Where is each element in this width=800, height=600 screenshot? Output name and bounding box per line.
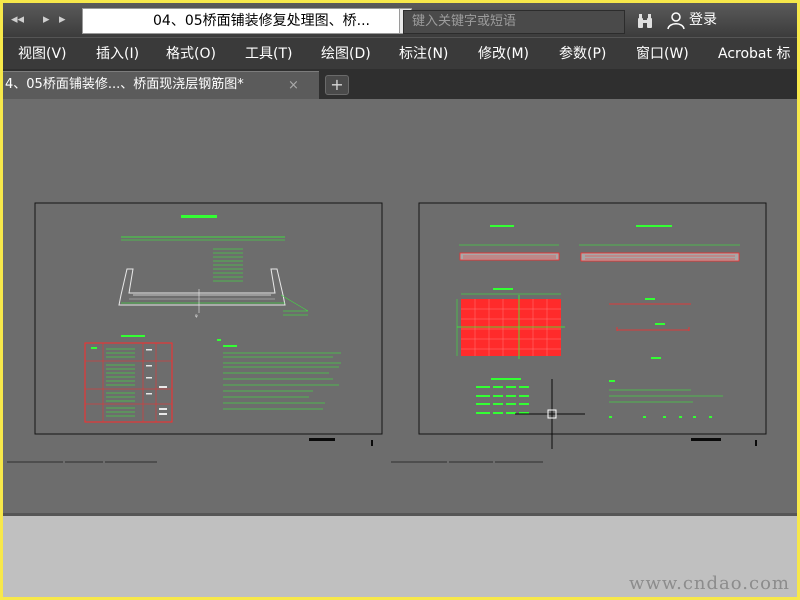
menu-insert[interactable]: 插入(I)	[96, 44, 139, 64]
menu-tools[interactable]: 工具(T)	[245, 44, 292, 64]
menu-modify[interactable]: 修改(M)	[478, 44, 529, 64]
tab-label: 4、05桥面铺装修...、桥面现浇层钢筋图*	[5, 77, 244, 92]
binoculars-icon[interactable]	[637, 13, 653, 29]
menu-acrobat[interactable]: Acrobat 标	[718, 44, 790, 64]
drawing-content: φ	[7, 202, 767, 463]
window-title: 04、05桥面铺装修复处理图、桥...	[82, 8, 400, 34]
svg-text:φ: φ	[195, 313, 198, 318]
right-sheet	[391, 202, 767, 463]
menu-parameter[interactable]: 参数(P)	[559, 44, 606, 64]
tab-drawing[interactable]: 4、05桥面铺装修...、桥面现浇层钢筋图* ×	[3, 71, 319, 99]
close-icon[interactable]: ×	[288, 79, 299, 93]
dropdown-icon[interactable]: ▸	[59, 11, 66, 29]
new-tab-button[interactable]: +	[325, 75, 349, 95]
drawing-canvas[interactable]: φ	[3, 99, 797, 513]
login-button[interactable]: 登录	[689, 11, 717, 29]
menu-dimension[interactable]: 标注(N)	[399, 44, 448, 64]
document-tab-bar: 4、05桥面铺装修...、桥面现浇层钢筋图* × +	[3, 69, 797, 99]
user-icon[interactable]	[667, 12, 685, 30]
watermark: www.cndao.com	[629, 573, 790, 594]
redo-icon[interactable]: ▸	[43, 11, 50, 29]
left-sheet: φ	[7, 202, 383, 463]
menu-window[interactable]: 窗口(W)	[636, 44, 689, 64]
app-window: ◂◂ ▸ ▸ 04、05桥面铺装修复处理图、桥... 键入关键字或短语 登录 视…	[3, 3, 797, 597]
menu-view[interactable]: 视图(V)	[18, 44, 67, 64]
menu-bar: 视图(V) 插入(I) 格式(O) 工具(T) 绘图(D) 标注(N) 修改(M…	[3, 37, 797, 69]
undo-icon[interactable]: ◂◂	[11, 11, 24, 29]
menu-draw[interactable]: 绘图(D)	[321, 44, 371, 64]
crosshair-cursor-icon	[515, 379, 585, 449]
title-bar: ◂◂ ▸ ▸ 04、05桥面铺装修复处理图、桥... 键入关键字或短语 登录	[3, 3, 797, 37]
search-input[interactable]: 键入关键字或短语	[403, 10, 625, 34]
menu-format[interactable]: 格式(O)	[166, 44, 216, 64]
